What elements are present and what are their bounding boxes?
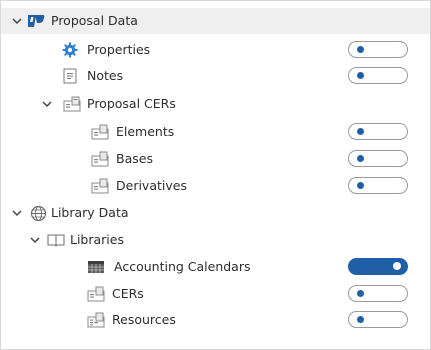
chevron-down-icon[interactable] bbox=[10, 14, 24, 28]
chevron-down-icon[interactable] bbox=[28, 233, 42, 247]
tree-node-label: Bases bbox=[116, 151, 153, 166]
cer-icon bbox=[87, 285, 105, 303]
proposal-logo-icon bbox=[27, 12, 45, 30]
elements-toggle[interactable] bbox=[348, 123, 408, 140]
derivatives-toggle[interactable] bbox=[348, 177, 408, 194]
tree-node-label: Elements bbox=[116, 124, 175, 139]
toggle-knob bbox=[357, 127, 364, 135]
chevron-down-icon[interactable] bbox=[40, 97, 54, 111]
toggle-knob bbox=[393, 262, 401, 270]
toggle-knob bbox=[357, 315, 364, 323]
tree-node-libraries[interactable]: Libraries bbox=[1, 227, 430, 253]
toggle-knob bbox=[357, 45, 364, 53]
tree-node-notes[interactable]: Notes bbox=[1, 63, 430, 89]
tree-node-properties[interactable]: Properties bbox=[1, 37, 430, 63]
properties-toggle[interactable] bbox=[348, 41, 408, 58]
tree-node-cers[interactable]: CERs bbox=[1, 281, 430, 307]
gear-icon bbox=[61, 41, 79, 59]
tree-node-elements[interactable]: Elements bbox=[1, 119, 430, 145]
tree-node-label: Proposal Data bbox=[51, 13, 138, 28]
tree-node-label: Proposal CERs bbox=[87, 96, 176, 111]
toggle-knob bbox=[357, 289, 364, 297]
tree-node-label: Resources bbox=[112, 312, 176, 327]
resources-toggle[interactable] bbox=[348, 311, 408, 328]
accounting-calendars-toggle[interactable] bbox=[348, 258, 408, 275]
tree-node-proposal-cers[interactable]: Proposal CERs bbox=[1, 91, 430, 117]
toggle-knob bbox=[357, 71, 364, 79]
cer-icon bbox=[91, 123, 109, 141]
tree-node-label: Properties bbox=[87, 42, 151, 57]
cers-toggle[interactable] bbox=[348, 285, 408, 302]
tree-node-accounting-calendars[interactable]: Accounting Calendars bbox=[1, 254, 430, 280]
tree-node-label: Accounting Calendars bbox=[114, 259, 251, 274]
tree-node-bases[interactable]: Bases bbox=[1, 146, 430, 172]
globe-icon bbox=[29, 204, 47, 222]
cer-folder-icon bbox=[63, 95, 81, 113]
tree-node-resources[interactable]: Resources bbox=[1, 307, 430, 333]
tree-node-label: Notes bbox=[87, 68, 124, 83]
chevron-down-icon[interactable] bbox=[10, 206, 24, 220]
tree-node-label: Library Data bbox=[51, 205, 129, 220]
toggle-knob bbox=[357, 154, 364, 162]
cer-icon bbox=[91, 177, 109, 195]
tree-node-derivatives[interactable]: Derivatives bbox=[1, 173, 430, 199]
calendar-grid-icon bbox=[87, 258, 105, 276]
notes-icon bbox=[61, 67, 79, 85]
book-icon bbox=[47, 231, 65, 249]
tree-node-library-data[interactable]: Library Data bbox=[1, 200, 430, 226]
tree-node-label: Derivatives bbox=[116, 178, 187, 193]
tree-node-label: Libraries bbox=[70, 232, 124, 247]
tree-node-label: CERs bbox=[112, 286, 144, 301]
resources-icon bbox=[87, 311, 105, 329]
bases-toggle[interactable] bbox=[348, 150, 408, 167]
notes-toggle[interactable] bbox=[348, 67, 408, 84]
toggle-knob bbox=[357, 181, 364, 189]
cer-icon bbox=[91, 150, 109, 168]
data-tree-panel: Proposal Data Properties Notes Proposal … bbox=[0, 0, 431, 350]
tree-node-proposal-data[interactable]: Proposal Data bbox=[1, 8, 430, 34]
